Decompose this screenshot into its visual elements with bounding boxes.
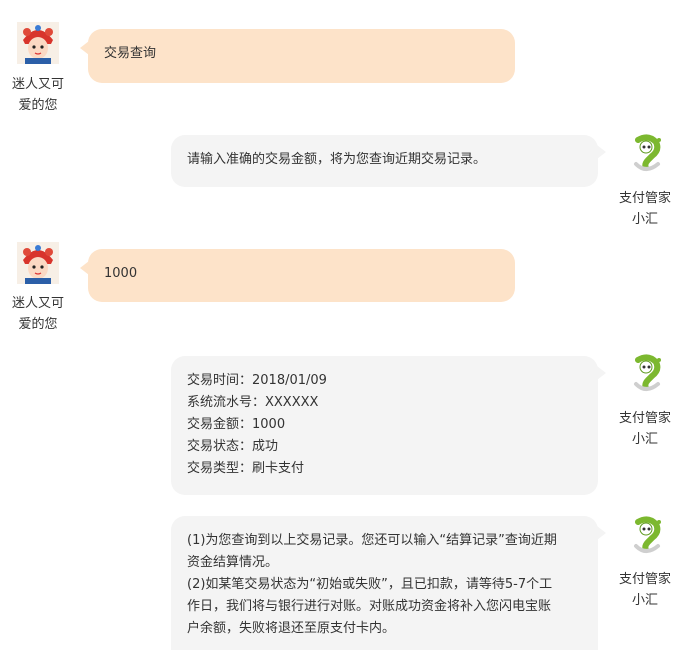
user-message-bubble[interactable]: 1000 [80, 249, 515, 302]
bot-name: 支付管家 小汇 [614, 188, 676, 230]
user-name-line2: 爱的您 [18, 317, 58, 332]
message-line: (1)为您查询到以上交易记录。您还可以输入“结算记录”查询近期 [187, 533, 557, 548]
green-robot-avatar-icon [624, 516, 666, 558]
bot-name-line2: 小汇 [631, 212, 658, 227]
user-name-line1: 迷人又可 [11, 77, 64, 92]
opera-mask-avatar-icon [17, 242, 59, 284]
message-text: 交易查询 [104, 46, 157, 61]
user-name: 迷人又可 爱的您 [8, 293, 68, 335]
bot-name-line1: 支付管家 [618, 572, 671, 587]
bot-name-line2: 小汇 [631, 432, 658, 447]
serial-number: 系统流水号：XXXXXX [187, 395, 319, 410]
bot-name-line1: 支付管家 [618, 191, 671, 206]
user-name: 迷人又可 爱的您 [8, 74, 68, 116]
bot-message-bubble[interactable]: (1)为您查询到以上交易记录。您还可以输入“结算记录”查询近期 资金结算情况。 … [171, 516, 606, 650]
message-line: (2)如某笔交易状态为“初始或失败”，且已扣款，请等待5-7个工 [187, 577, 553, 592]
transaction-status: 交易状态：成功 [187, 439, 279, 454]
transaction-amount: 交易金额：1000 [187, 417, 286, 432]
bot-name-line1: 支付管家 [618, 411, 671, 426]
message-line: 作日，我们将与银行进行对账。对账成功资金将补入您闪电宝账 [187, 599, 552, 614]
opera-mask-avatar-icon [17, 22, 59, 64]
bot-name: 支付管家 小汇 [614, 569, 676, 611]
bot-message-bubble[interactable]: 交易时间：2018/01/09 系统流水号：XXXXXX 交易金额：1000 交… [171, 356, 606, 495]
transaction-type: 交易类型：刷卡支付 [187, 461, 305, 476]
user-name-line1: 迷人又可 [11, 296, 64, 311]
green-robot-avatar-icon [624, 354, 666, 396]
user-name-line2: 爱的您 [18, 98, 58, 113]
bot-name: 支付管家 小汇 [614, 408, 676, 450]
message-text: 请输入准确的交易金额，将为您查询近期交易记录。 [187, 152, 487, 167]
message-text: 1000 [104, 266, 138, 281]
bot-name-line2: 小汇 [631, 593, 658, 608]
green-robot-avatar-icon [624, 134, 666, 176]
message-line: 资金结算情况。 [187, 555, 279, 570]
user-message-bubble[interactable]: 交易查询 [80, 29, 515, 83]
transaction-time: 交易时间：2018/01/09 [187, 373, 327, 388]
bot-message-bubble[interactable]: 请输入准确的交易金额，将为您查询近期交易记录。 [171, 135, 606, 187]
message-line: 户余额，失败将退还至原支付卡内。 [187, 621, 396, 636]
